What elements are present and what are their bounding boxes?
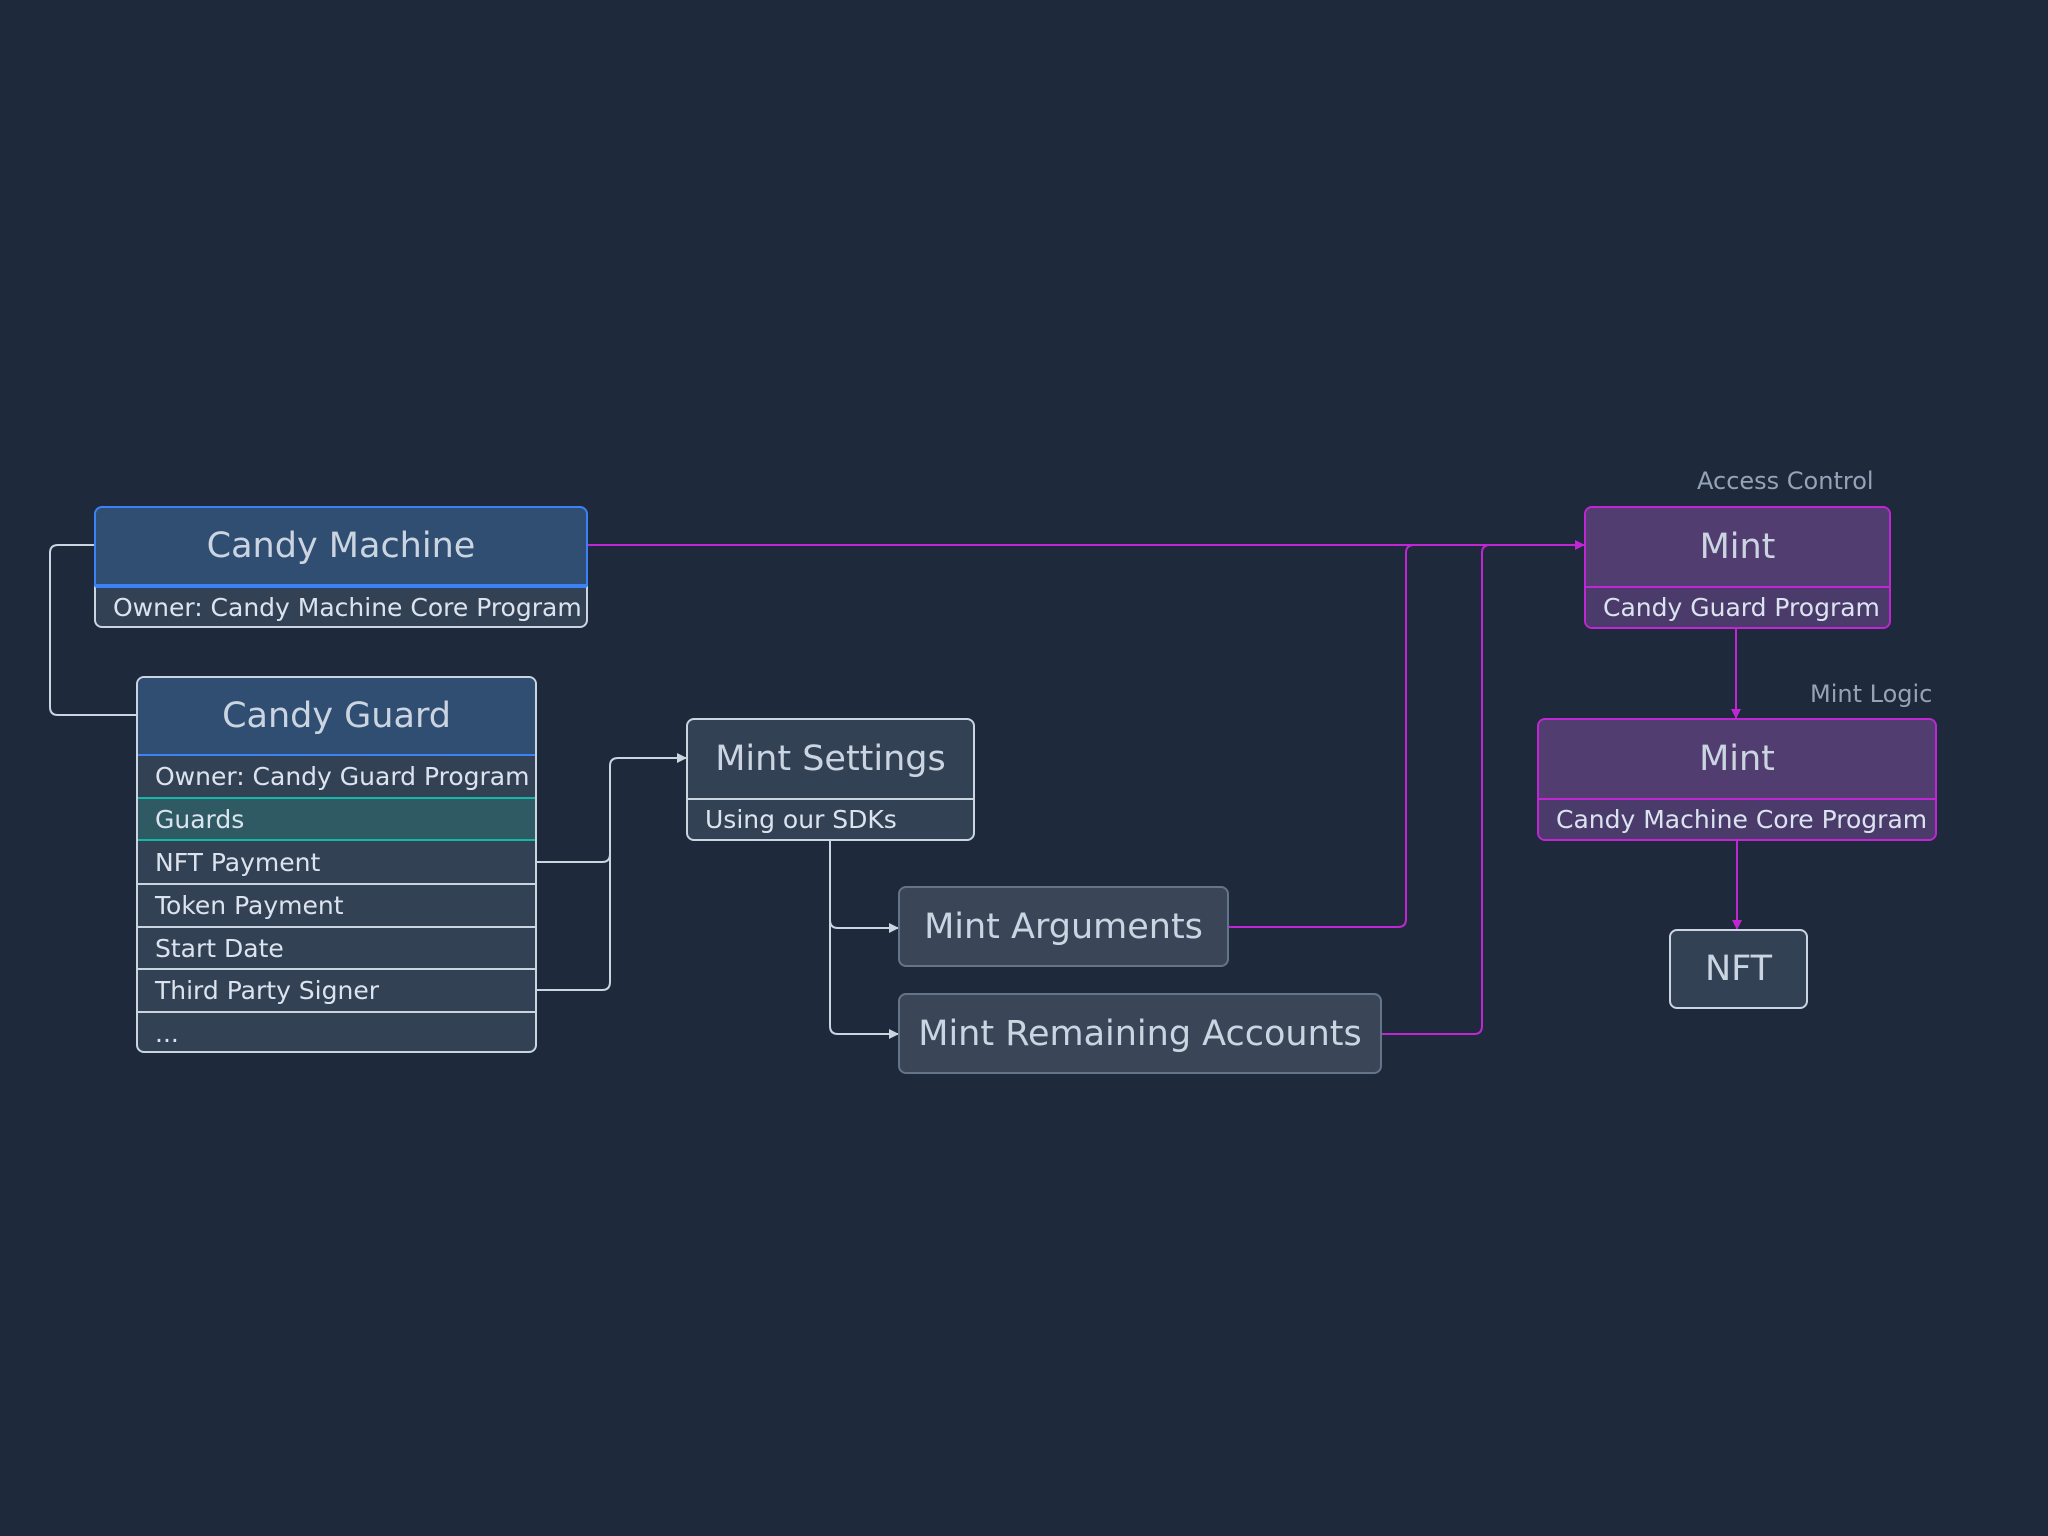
mint-settings-node[interactable]: Mint Settings Using our SDKs bbox=[686, 718, 975, 841]
mint-arguments-title: Mint Arguments bbox=[924, 906, 1203, 947]
candy-machine-title: Candy Machine bbox=[94, 506, 588, 586]
candy-guard-row-guards: Guards bbox=[138, 797, 535, 841]
candy-guard-owner: Owner: Candy Guard Program bbox=[155, 762, 530, 791]
candy-machine-owner: Owner: Candy Machine Core Program bbox=[94, 586, 588, 628]
mint-arguments-node[interactable]: Mint Arguments bbox=[898, 886, 1229, 967]
mint-remaining-accounts-title: Mint Remaining Accounts bbox=[918, 1013, 1362, 1054]
candy-guard-row-token-payment: Token Payment bbox=[138, 883, 535, 926]
mint-settings-title: Mint Settings bbox=[715, 739, 946, 779]
mint-logic-title: Mint bbox=[1539, 720, 1935, 798]
candy-guard-row-third-party-signer: Third Party Signer bbox=[138, 968, 535, 1011]
candy-guard-row-start-date: Start Date bbox=[138, 926, 535, 968]
connector-mint-settings-to-remaining-accounts bbox=[829, 920, 899, 1039]
connector-mint-arguments-to-mint bbox=[1229, 544, 1415, 928]
connector-remaining-accounts-to-mint bbox=[1382, 544, 1491, 1035]
mint-access-control-node[interactable]: Mint Candy Guard Program bbox=[1584, 506, 1891, 629]
candy-machine-node[interactable]: Candy Machine Owner: Candy Machine Core … bbox=[94, 506, 588, 628]
mint-logic-node[interactable]: Mint Candy Machine Core Program bbox=[1537, 718, 1937, 841]
connector-third-party-signer-to-mint-settings bbox=[537, 766, 611, 991]
candy-guard-row-nft-payment: NFT Payment bbox=[155, 847, 321, 877]
mint-logic-label: Mint Logic bbox=[1810, 680, 1933, 708]
mint-logic-subtitle: Candy Machine Core Program bbox=[1539, 798, 1935, 839]
mint-remaining-accounts-node[interactable]: Mint Remaining Accounts bbox=[898, 993, 1382, 1074]
mint-access-control-subtitle: Candy Guard Program bbox=[1586, 586, 1889, 627]
mint-settings-subtitle: Using our SDKs bbox=[688, 798, 973, 839]
nft-node[interactable]: NFT bbox=[1669, 929, 1808, 1009]
candy-guard-title: Candy Guard bbox=[138, 678, 535, 756]
diagram-canvas: Access Control Mint Logic Candy Machine … bbox=[0, 0, 2048, 1536]
candy-guard-node[interactable]: Candy Guard Owner: Candy Guard Program G… bbox=[136, 676, 537, 1053]
nft-title: NFT bbox=[1704, 949, 1773, 989]
candy-guard-row-more: ... bbox=[138, 1011, 535, 1051]
connector-nft-payment-to-mint-settings bbox=[537, 753, 687, 863]
mint-access-control-title: Mint bbox=[1586, 508, 1889, 586]
access-control-label: Access Control bbox=[1697, 467, 1874, 495]
connector-mint-settings-to-mint-arguments bbox=[829, 841, 899, 933]
